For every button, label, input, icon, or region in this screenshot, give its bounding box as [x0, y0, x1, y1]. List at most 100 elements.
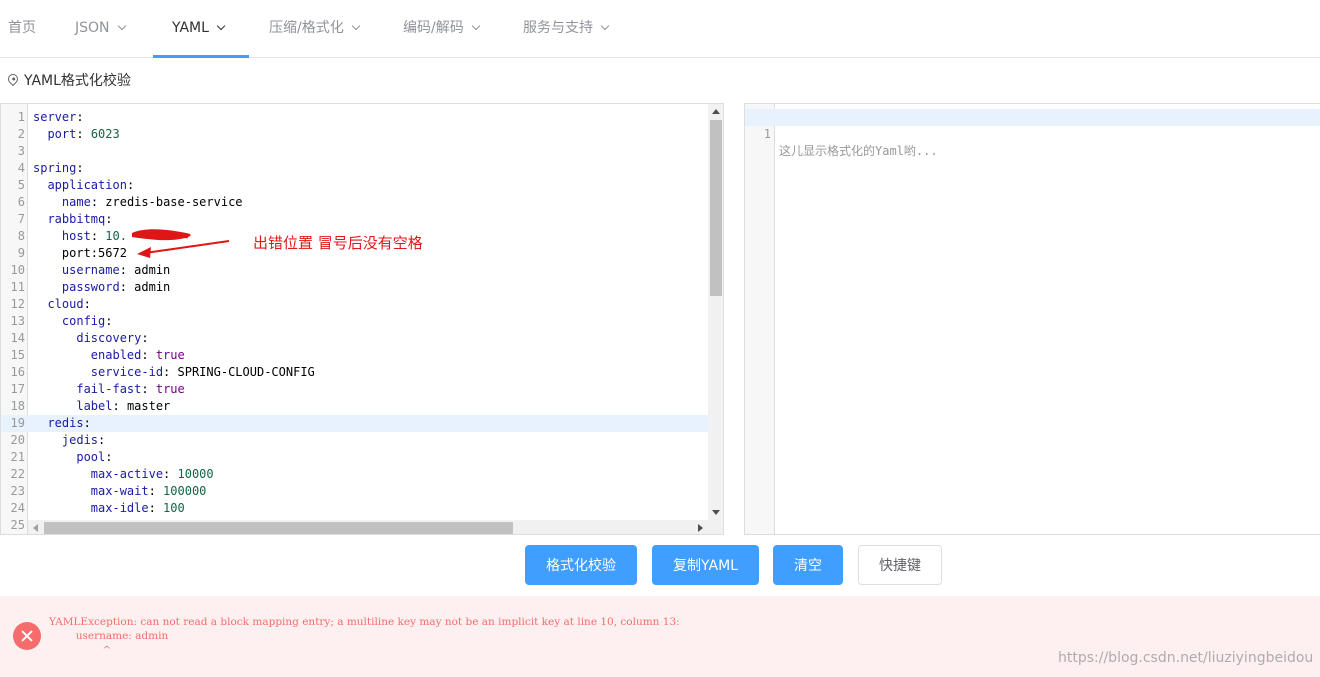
chevron-down-icon [117, 21, 126, 31]
code-text: rabbitmq: [33, 211, 112, 228]
close-circle-icon [13, 622, 41, 650]
line-number: 6 [17, 195, 25, 209]
code-text: spring: [33, 160, 84, 177]
line-number: 10 [10, 263, 25, 277]
scrollbar-thumb[interactable] [44, 522, 513, 534]
code-line: 14 discovery: [1, 330, 723, 347]
yaml-input-editor[interactable]: 1 server: 2 port: 6023 3 4 spring: 5 applicati… [0, 103, 724, 535]
yaml-separator: : [148, 484, 164, 498]
red-arrow-annotation [137, 240, 230, 258]
yaml-key: rabbitmq [47, 212, 106, 226]
code-text: service-id: SPRING-CLOUD-CONFIG [33, 364, 315, 381]
yaml-key: redis [47, 416, 84, 430]
yaml-separator: : [83, 416, 91, 430]
code-line: 24 max-idle: 100 [1, 500, 723, 517]
yaml-key: enabled [90, 348, 142, 362]
code-text: cloud: [33, 296, 91, 313]
yaml-key: application [47, 178, 127, 192]
yaml-key: server [33, 110, 77, 124]
line-number: 15 [10, 348, 25, 362]
code-text: username: admin [33, 262, 170, 279]
code-line: 7 rabbitmq: [1, 211, 723, 228]
format-validate-button[interactable]: 格式化校验 [525, 545, 637, 585]
chevron-down-icon [351, 21, 360, 31]
yaml-value: 100000 [163, 484, 207, 498]
line-number: 17 [10, 382, 25, 396]
location-pin-icon [5, 71, 21, 87]
line-number: 1 [763, 127, 771, 141]
code-line: 23 max-wait: 100000 [1, 483, 723, 500]
line-number: 18 [10, 399, 25, 413]
scroll-up-icon[interactable] [712, 109, 720, 114]
line-number: 21 [10, 450, 25, 464]
nav-item-encode-decode[interactable]: 编码/解码 [403, 0, 480, 58]
horizontal-scrollbar[interactable] [28, 520, 708, 534]
yaml-output-editor[interactable]: 1 这儿显示格式化的Yaml哟... [744, 103, 1320, 535]
scroll-right-icon[interactable] [698, 524, 703, 532]
nav-item-label: 服务与支持 [523, 20, 593, 36]
code-text: port: 6023 [33, 126, 119, 143]
scroll-left-icon[interactable] [33, 524, 38, 532]
yaml-value: admin [134, 280, 171, 294]
line-number: 16 [10, 365, 25, 379]
code-line: 10 username: admin [1, 262, 723, 279]
code-text: application: [33, 177, 134, 194]
code-line: 1 这儿显示格式化的Yaml哟... [745, 109, 1320, 158]
output-placeholder: 这儿显示格式化的Yaml哟... [779, 144, 938, 158]
line-number: 19 [10, 416, 25, 430]
code-line: 4 spring: [1, 160, 723, 177]
nav-item-home[interactable]: 首页 [8, 0, 36, 58]
yaml-separator: : [90, 195, 106, 209]
yaml-key: config [61, 314, 106, 328]
yaml-separator: : [90, 229, 106, 243]
nav-item-json[interactable]: JSON [75, 0, 126, 58]
code-line: 22 max-active: 10000 [1, 466, 723, 483]
nav-item-compress-format[interactable]: 压缩/格式化 [269, 0, 360, 58]
error-message: YAMLException: can not read a block mapp… [49, 616, 680, 656]
chevron-down-icon [471, 21, 480, 31]
code-text: discovery: [33, 330, 149, 347]
code-line: 15 enabled: true [1, 347, 723, 364]
line-number: 3 [17, 144, 25, 158]
vertical-scrollbar[interactable] [708, 104, 723, 520]
line-number: 14 [10, 331, 25, 345]
yaml-separator: : [141, 331, 149, 345]
nav-item-yaml[interactable]: YAML [172, 0, 226, 58]
line-number: 20 [10, 433, 25, 447]
code-line: 21 pool: [1, 449, 723, 466]
yaml-key: host [61, 229, 91, 243]
code-lines: 1 server: 2 port: 6023 3 4 spring: 5 applicati… [1, 109, 723, 534]
code-text: port:5672 [33, 245, 127, 262]
yaml-separator: : [112, 399, 127, 413]
yaml-key: pool [76, 450, 106, 464]
page-title-text: YAML格式化校验 [24, 73, 131, 89]
code-text: max-active: 10000 [33, 466, 214, 483]
nav-item-service-support[interactable]: 服务与支持 [523, 0, 610, 58]
page-title: YAML格式化校验 [5, 71, 131, 91]
copy-yaml-button[interactable]: 复制YAML [652, 545, 759, 585]
yaml-separator: : [148, 501, 164, 515]
yaml-separator: : [105, 450, 113, 464]
shortcuts-button[interactable]: 快捷键 [858, 545, 942, 585]
code-lines: 1 这儿显示格式化的Yaml哟... [745, 109, 1320, 158]
code-line: 12 cloud: [1, 296, 723, 313]
clear-button[interactable]: 清空 [773, 545, 843, 585]
scrollbar-thumb[interactable] [710, 120, 722, 296]
scroll-down-icon[interactable] [712, 510, 720, 515]
yaml-separator: : [98, 433, 106, 447]
yaml-separator: : [83, 297, 91, 311]
code-line: 6 name: zredis-base-service [1, 194, 723, 211]
yaml-value: zredis-base-service [105, 195, 243, 209]
